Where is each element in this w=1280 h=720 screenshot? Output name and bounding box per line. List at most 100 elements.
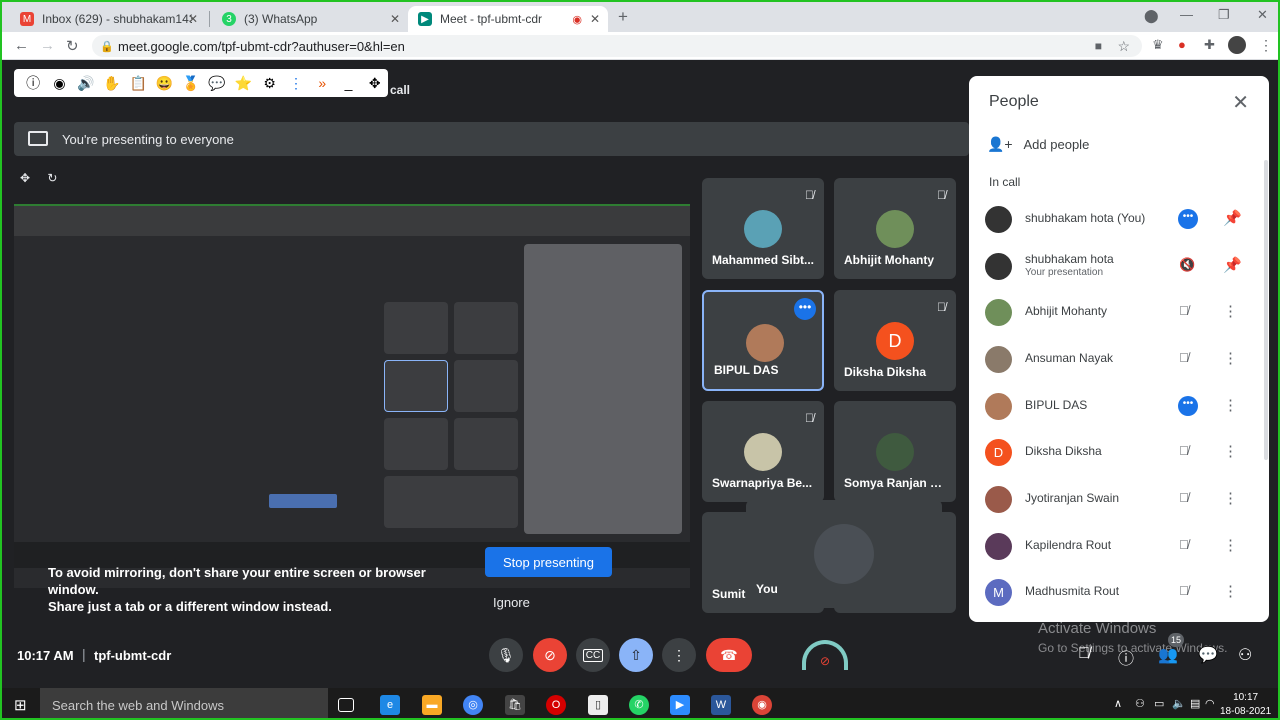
window-close-icon[interactable]: ✕	[1257, 7, 1268, 23]
close-icon[interactable]: ✕	[188, 12, 198, 26]
avatar[interactable]	[1228, 36, 1246, 54]
people-tray-icon[interactable]: ⚇	[1135, 697, 1145, 710]
microphone-button[interactable]: 🎙	[489, 638, 523, 672]
wifi-icon[interactable]: ◠	[1205, 697, 1215, 710]
minimize-toolbar-icon[interactable]: _	[335, 75, 361, 91]
more-vert-icon[interactable]: ⋮	[283, 75, 309, 92]
self-view-tile[interactable]: You	[746, 500, 942, 608]
badge-icon[interactable]: 🏅	[178, 75, 204, 92]
profile-dropdown-icon[interactable]: ⬤	[1144, 8, 1159, 24]
stop-presenting-button[interactable]: Stop presenting	[485, 547, 612, 577]
clipboard-icon[interactable]: 📋	[125, 75, 151, 92]
more-vert-icon[interactable]: ⋮	[1223, 442, 1238, 460]
menu-icon[interactable]: ⋮	[1259, 37, 1273, 54]
zoom-icon[interactable]: ▶	[670, 695, 690, 715]
more-vert-icon[interactable]: ⋮	[1223, 582, 1238, 600]
tray-chevron-icon[interactable]: ∧	[1114, 697, 1122, 710]
volume-icon[interactable]: 🔈	[1172, 697, 1186, 710]
activities-icon[interactable]: ⚇	[1238, 645, 1252, 665]
audio-off-icon[interactable]: 🔇	[1179, 257, 1195, 273]
chevron-right-icon[interactable]: »	[309, 75, 335, 91]
leave-call-button[interactable]: ☎	[706, 638, 752, 672]
back-icon[interactable]: ←	[14, 37, 29, 54]
chrome-alt-icon[interactable]: ◎	[463, 695, 483, 715]
edge-icon[interactable]: e	[380, 695, 400, 715]
gear-icon[interactable]: ⚙	[257, 75, 283, 92]
more-options-icon[interactable]: •••	[794, 298, 816, 320]
battery-icon[interactable]: ▭	[1154, 697, 1164, 710]
people-icon[interactable]: 👥	[1158, 645, 1178, 665]
chrome-icon[interactable]: ◉	[752, 695, 772, 715]
tab-whatsapp[interactable]: 3 (3) WhatsApp ✕	[212, 6, 408, 32]
store-icon[interactable]: 🛍	[505, 695, 525, 715]
whatsapp-icon[interactable]: ✆	[629, 695, 649, 715]
more-options-button[interactable]: ⋮	[662, 638, 696, 672]
participant-tile[interactable]: 🎙̸ Mahammed Sibt...	[702, 178, 824, 279]
close-icon[interactable]: ✕	[1232, 90, 1249, 115]
hand-raise-icon[interactable]: ✋	[99, 75, 125, 92]
mute-all-icon[interactable]: 🎙̸	[1078, 645, 1090, 663]
move-icon[interactable]: ✥	[362, 75, 388, 92]
mic-off-icon[interactable]: 🎙̸	[1179, 583, 1189, 598]
participant-tile[interactable]: Somya Ranjan Je...	[834, 401, 956, 502]
more-vert-icon[interactable]: ⋮	[1223, 536, 1238, 554]
maximize-icon[interactable]: ❐	[1218, 7, 1230, 23]
document-icon[interactable]: ▯	[588, 695, 608, 715]
participant-tile[interactable]: 🎙̸ Abhijit Mohanty	[834, 178, 956, 279]
participant-row[interactable]: Abhijit Mohanty 🎙̸ ⋮	[969, 289, 1269, 336]
panel-scrollbar[interactable]	[1264, 160, 1268, 460]
participant-tile[interactable]: ••• BIPUL DAS	[702, 290, 824, 391]
more-options-icon[interactable]: •••	[1178, 209, 1198, 229]
mic-off-icon[interactable]: 🎙̸	[1179, 490, 1189, 505]
participant-row[interactable]: shubhakam hota (You) ••• 📌	[969, 196, 1269, 243]
info-icon[interactable]: ⓘ	[1118, 645, 1134, 669]
tab-gmail[interactable]: M Inbox (629) - shubhakam143@g ✕	[10, 6, 206, 32]
tab-meet[interactable]: ▶ Meet - tpf-ubmt-cdr ◉ ✕	[408, 6, 608, 32]
refresh-icon[interactable]: ↻	[47, 171, 57, 185]
new-tab-icon[interactable]: +	[618, 7, 628, 27]
present-button[interactable]: ⇧	[619, 638, 653, 672]
participant-row[interactable]: Ansuman Nayak 🎙̸ ⋮	[969, 336, 1269, 383]
pin-icon[interactable]: 📌	[1223, 256, 1242, 274]
info-icon[interactable]: ⓘ	[20, 73, 46, 93]
eye-icon[interactable]: ◉	[46, 75, 72, 92]
participant-row[interactable]: Kapilendra Rout 🎙̸ ⋮	[969, 523, 1269, 570]
camera-icon[interactable]: ■	[1095, 39, 1102, 53]
extensions-puzzle-icon[interactable]: ✚	[1204, 37, 1215, 53]
star-icon[interactable]: ⭐	[230, 75, 256, 92]
word-icon[interactable]: W	[711, 695, 731, 715]
extension-gauge[interactable]: ⊘	[802, 640, 848, 670]
close-icon[interactable]: ✕	[590, 12, 600, 26]
more-options-icon[interactable]: •••	[1178, 396, 1198, 416]
participant-row[interactable]: shubhakam hota Your presentation 🔇 📌	[969, 243, 1269, 290]
mic-off-icon[interactable]: 🎙̸	[1179, 443, 1189, 458]
add-people-button[interactable]: 👤+ Add people	[987, 136, 1089, 153]
more-vert-icon[interactable]: ⋮	[1223, 489, 1238, 507]
mic-off-icon[interactable]: 🎙̸	[1179, 350, 1189, 365]
mic-off-icon[interactable]: 🎙̸	[1179, 537, 1189, 552]
pin-icon[interactable]: 📌	[1223, 209, 1242, 227]
reload-icon[interactable]: ↻	[66, 37, 79, 55]
participant-row[interactable]: Jyotiranjan Swain 🎙̸ ⋮	[969, 476, 1269, 523]
taskbar-clock[interactable]: 10:17 18-08-2021	[1220, 691, 1271, 718]
taskbar-search[interactable]: Search the web and Windows	[40, 688, 328, 718]
close-icon[interactable]: ✕	[390, 12, 400, 26]
chat-icon[interactable]: 💬	[1198, 645, 1218, 665]
emoji-icon[interactable]: 😀	[151, 75, 177, 92]
ignore-button[interactable]: Ignore	[493, 595, 530, 610]
camera-toggle-button[interactable]: ⊘	[533, 638, 567, 672]
minimize-icon[interactable]: —	[1180, 7, 1193, 22]
more-vert-icon[interactable]: ⋮	[1223, 302, 1238, 320]
captions-button[interactable]: CC	[576, 638, 610, 672]
bookmark-star-icon[interactable]: ☆	[1117, 38, 1130, 55]
more-vert-icon[interactable]: ⋮	[1223, 396, 1238, 414]
participant-tile[interactable]: 🎙̸ D Diksha Diksha	[834, 290, 956, 391]
speaker-icon[interactable]: 🔊	[73, 75, 99, 92]
extension-icon[interactable]: ●	[1178, 37, 1186, 52]
notification-icon[interactable]: ▤	[1190, 697, 1200, 710]
extension-icon[interactable]: ♛	[1152, 37, 1164, 53]
move-icon[interactable]: ✥	[20, 171, 30, 185]
mic-off-icon[interactable]: 🎙̸	[1179, 303, 1189, 318]
url-field[interactable]: 🔒 meet.google.com/tpf-ubmt-cdr?authuser=…	[92, 35, 1142, 57]
chat-icon[interactable]: 💬	[204, 75, 230, 92]
